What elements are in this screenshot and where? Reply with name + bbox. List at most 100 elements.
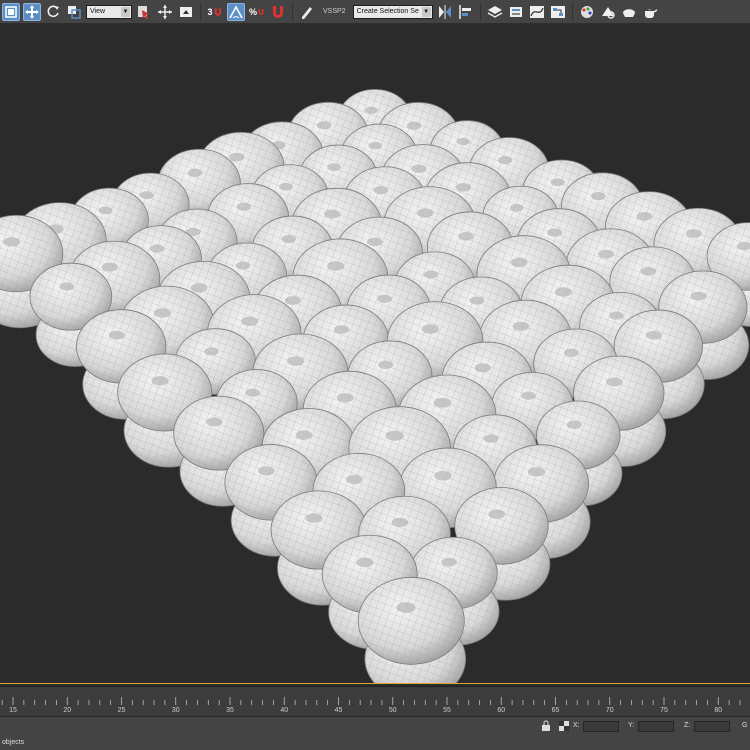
mesh-dimple [190, 283, 208, 293]
track-tick-label: 80 [714, 707, 723, 714]
selection-status-text: objects [2, 739, 25, 746]
mesh-dimple [287, 356, 305, 366]
rotate-icon [47, 5, 59, 17]
mesh-dimple [204, 347, 219, 356]
reference-coord-dropdown[interactable]: View ▼ [86, 4, 132, 19]
scale-icon [68, 5, 81, 19]
track-tick-label: 70 [605, 707, 614, 714]
mesh-dimple [608, 311, 624, 320]
mesh-dimple [510, 257, 528, 268]
named-set-label: VSSP2 [323, 8, 346, 15]
x-coordinate-label: X: [573, 722, 580, 729]
viewport-scene [0, 88, 750, 684]
rotate-button[interactable] [44, 3, 62, 21]
curve-editor-button[interactable] [528, 3, 546, 21]
spinner-snap-button[interactable] [269, 3, 287, 21]
mesh-wireframe [358, 577, 465, 665]
mesh-dimple [416, 208, 434, 218]
mesh-dimple [3, 237, 20, 247]
mesh-dimple [336, 393, 354, 403]
mesh-dimple [324, 209, 341, 219]
layer-icon [487, 5, 502, 18]
select-object-button[interactable] [2, 2, 20, 21]
mesh-dimple [423, 270, 439, 279]
mesh-dimple [598, 249, 614, 259]
select-move-button[interactable] [23, 2, 41, 21]
mesh-dimple [356, 557, 374, 568]
mesh-dimple [187, 168, 203, 177]
scale-button[interactable] [65, 3, 83, 21]
spinner-snap-icon [273, 5, 283, 18]
time-track-bar[interactable]: 15 20 25 30 35 40 45 50 55 60 65 70 75 80 [0, 686, 750, 716]
lock-icon[interactable] [540, 720, 552, 732]
track-tick-label: 45 [334, 707, 343, 714]
align-icon [458, 4, 471, 19]
mesh-dimple [550, 178, 565, 187]
render-setup-button[interactable] [599, 3, 617, 21]
reference-coord-value: View [90, 8, 106, 15]
mesh-dimple [98, 206, 113, 215]
material-editor-icon [580, 5, 593, 18]
mesh-dimple [458, 232, 474, 241]
mesh-dimple [101, 262, 119, 272]
render-button[interactable] [641, 3, 659, 21]
edit-named-sets-button[interactable] [298, 3, 316, 21]
mesh-dimple [483, 434, 499, 443]
track-tick-label: 20 [63, 707, 72, 714]
x-coordinate-field[interactable] [583, 721, 619, 732]
mesh-dimple [469, 296, 485, 305]
perspective-viewport[interactable] [0, 24, 750, 684]
mesh-dimple [241, 316, 258, 327]
scene-explorer-button[interactable] [507, 3, 525, 21]
pivot-icon [138, 5, 149, 19]
mesh-dimple [327, 261, 345, 271]
render-frame-icon [622, 8, 635, 17]
curve-editor-icon [529, 5, 544, 18]
mesh-dimple [640, 266, 657, 276]
mirror-icon [438, 4, 451, 19]
mesh-dimple [497, 156, 513, 165]
render-setup-icon [601, 6, 615, 19]
status-bar: X: Y: Z: G objects [0, 716, 750, 750]
track-ticks [1, 697, 741, 705]
mesh-dimple [606, 377, 623, 387]
mesh-dimple [566, 420, 582, 429]
y-coordinate-field[interactable] [638, 721, 674, 732]
pivot-button[interactable] [135, 3, 153, 21]
edit-named-sets-icon [302, 6, 312, 19]
toolbar-separator [200, 2, 201, 21]
layer-explorer-button[interactable] [486, 3, 504, 21]
mesh-dimple [236, 202, 252, 211]
mesh-dimple [590, 192, 606, 201]
mesh-dimple [206, 417, 223, 427]
z-coordinate-field[interactable] [694, 721, 730, 732]
selection-set-dropdown[interactable]: Create Selection Se ▼ [352, 4, 433, 19]
percent-snap-button[interactable]: % [248, 3, 266, 21]
mesh-dimple [281, 235, 296, 244]
mesh-dimple [305, 513, 323, 523]
material-editor-button[interactable] [578, 3, 596, 21]
angle-snap-icon [229, 4, 243, 18]
render-frame-button[interactable] [620, 3, 638, 21]
align-button[interactable] [457, 3, 475, 21]
mesh-dimple [368, 141, 383, 150]
active-viewport-border [0, 683, 750, 684]
track-tick-label: 75 [660, 707, 668, 714]
select-move-icon [25, 4, 39, 19]
mesh-dimple [521, 391, 536, 400]
mesh-dimple [411, 164, 427, 173]
angle-snap-button[interactable] [227, 2, 245, 21]
schematic-view-button[interactable] [549, 3, 567, 21]
snap-toggle-button[interactable]: 3 [206, 3, 224, 21]
mesh-dimple [433, 397, 452, 408]
mesh-dimple [377, 294, 393, 303]
snap-magnet-icon [214, 7, 221, 16]
move-gizmo-button[interactable] [156, 3, 174, 21]
mesh-dimple [527, 467, 545, 477]
mesh-dimple [512, 321, 530, 331]
percent-snap-icon [258, 8, 264, 15]
mirror-button[interactable] [436, 3, 454, 21]
mesh-dimple [685, 229, 702, 238]
keyboard-shortcut-button[interactable] [177, 3, 195, 21]
absolute-mode-icon[interactable] [558, 720, 570, 732]
